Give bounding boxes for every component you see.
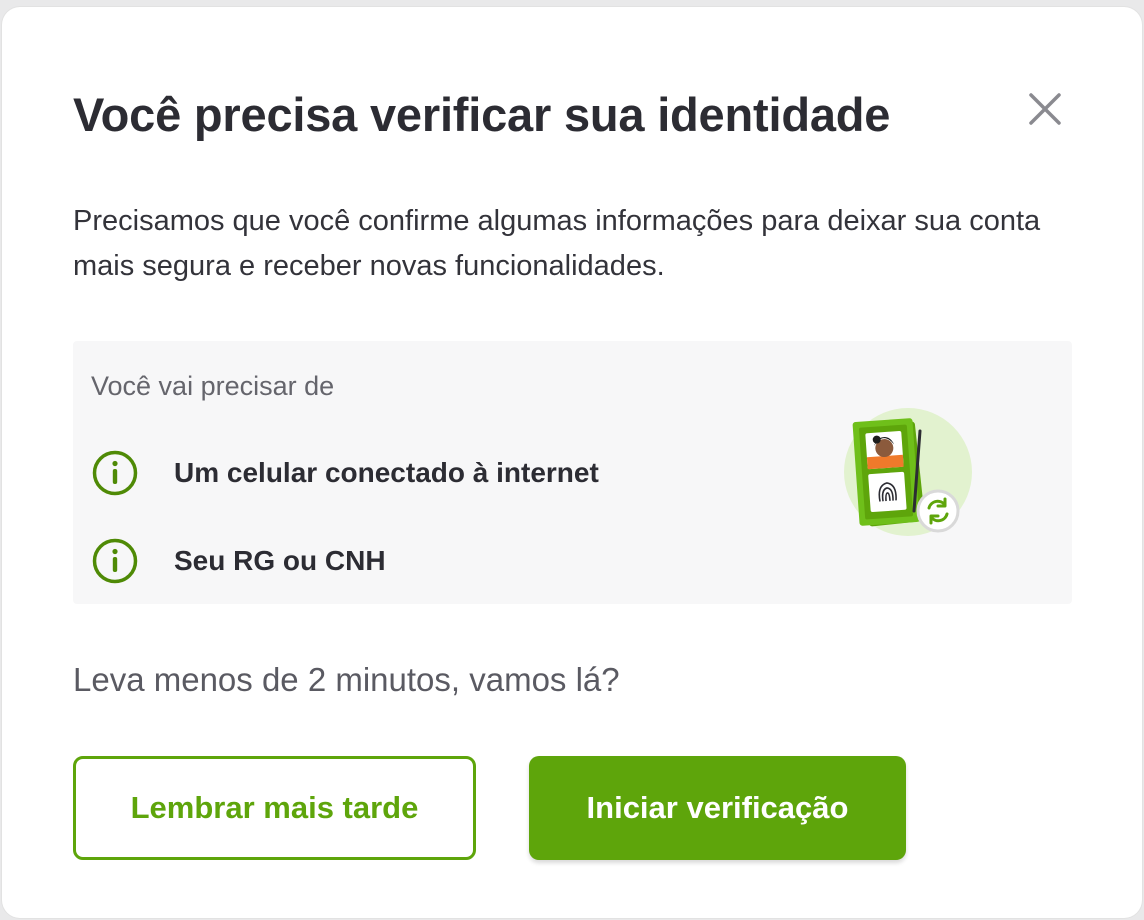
requirement-item-phone: Um celular conectado à internet xyxy=(91,449,599,497)
time-estimate-text: Leva menos de 2 minutos, vamos lá? xyxy=(73,661,620,698)
modal-title: Você precisa verificar sua identidade xyxy=(73,88,891,141)
info-icon xyxy=(92,450,138,496)
close-button[interactable] xyxy=(1023,87,1067,131)
start-verification-button[interactable]: Iniciar verificação xyxy=(529,756,906,860)
close-icon xyxy=(1029,93,1061,125)
requirements-heading: Você vai precisar de xyxy=(91,371,335,401)
requirement-label: Um celular conectado à internet xyxy=(174,457,599,488)
identity-verification-modal: Você precisa verificar sua identidade Pr… xyxy=(2,7,1142,918)
id-document-verification-illustration xyxy=(844,408,972,536)
info-icon xyxy=(92,538,138,584)
requirement-item-document: Seu RG ou CNH xyxy=(91,537,386,585)
requirements-card: Você vai precisar de Um celular conectad… xyxy=(73,341,1072,604)
modal-description: Precisamos que você confirme algumas inf… xyxy=(73,205,1041,282)
remind-later-button[interactable]: Lembrar mais tarde xyxy=(73,756,476,860)
requirement-label: Seu RG ou CNH xyxy=(174,545,386,576)
